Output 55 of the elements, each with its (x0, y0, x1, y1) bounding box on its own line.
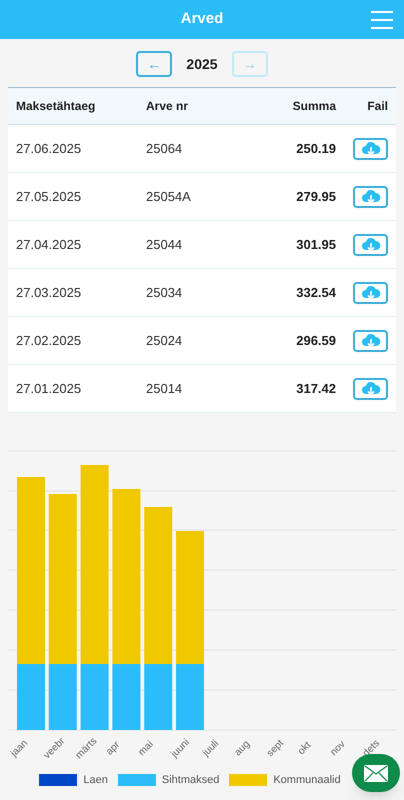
sihtmaksed-bar (17, 664, 45, 730)
date-cell-text: 27.06.2025 (16, 140, 82, 158)
sihtmaksed-bar (112, 664, 140, 730)
cloud-download-icon (360, 284, 380, 300)
month-label: sept (264, 736, 288, 760)
sihtmaksed-bar (144, 664, 172, 730)
invoice-number-cell-text: 25064 (146, 140, 184, 158)
sum-cell-text: 317.42 (295, 380, 336, 398)
message-button[interactable] (352, 754, 400, 792)
previous-year-button[interactable]: ← (136, 51, 172, 77)
invoice-number-cell-text: 25044 (146, 236, 184, 254)
download-button[interactable] (353, 186, 388, 208)
column-header: Maksetähtaeg (16, 98, 96, 115)
download-button[interactable] (353, 234, 388, 256)
invoice-number-cell-text: 25024 (146, 332, 184, 350)
sum-cell-text: 250.19 (295, 140, 336, 158)
sihtmaksed-bar (176, 664, 204, 730)
month-label: mai (135, 738, 157, 760)
column-header: Summa (292, 98, 336, 115)
page-title: Arved (180, 9, 224, 30)
menu-icon[interactable] (371, 11, 393, 29)
sihtmaksed-bar (48, 664, 77, 730)
cloud-download-icon (360, 332, 380, 348)
sum-cell-text: 332.54 (295, 284, 336, 302)
download-button[interactable] (353, 282, 388, 304)
sum-cell-text: 301.95 (295, 236, 336, 254)
invoice-number-cell-text: 25034 (146, 284, 184, 302)
download-button[interactable] (353, 330, 388, 352)
cloud-download-icon (360, 188, 380, 204)
envelope-icon (364, 764, 388, 782)
legend-label: Sihtmaksed (162, 773, 220, 788)
month-label: nov (327, 738, 349, 760)
year-label: 2025 (186, 54, 218, 74)
download-button[interactable] (353, 378, 388, 400)
column-header: Fail (366, 98, 388, 115)
date-cell-text: 27.04.2025 (16, 236, 82, 254)
legend-label: Laen (83, 773, 108, 788)
cloud-download-icon (360, 380, 380, 396)
cloud-download-icon (360, 236, 380, 252)
cloud-download-icon (360, 140, 380, 156)
date-cell-text: 27.01.2025 (16, 380, 82, 398)
sihtmaksed-bar (80, 664, 109, 730)
month-label: aug (232, 738, 254, 760)
date-cell-text: 27.03.2025 (16, 284, 82, 302)
invoice-number-cell-text: 25054A (146, 188, 192, 206)
column-header: Arve nr (146, 98, 190, 115)
date-cell-text: 27.05.2025 (16, 188, 82, 206)
date-cell-text: 27.02.2025 (16, 332, 82, 350)
download-button[interactable] (353, 138, 388, 160)
sum-cell-text: 296.59 (295, 332, 336, 350)
sum-cell-text: 279.95 (295, 188, 336, 206)
invoice-number-cell-text: 25014 (146, 380, 184, 398)
month-label: okt (295, 738, 314, 759)
legend-label: Kommunaalid (273, 773, 341, 788)
month-label: apr (103, 738, 124, 759)
